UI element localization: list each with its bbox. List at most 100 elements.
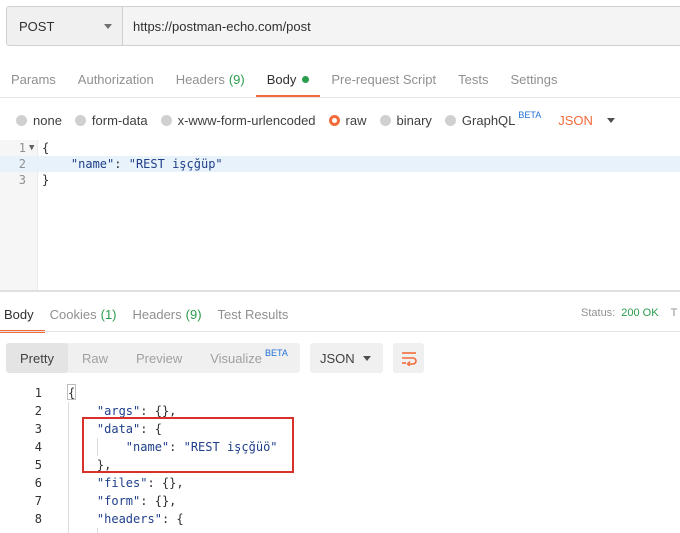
json-rest: : {}, [140, 404, 177, 418]
radio-none[interactable]: none [16, 113, 62, 128]
response-line: 7 "form": {}, [0, 492, 680, 510]
pane-resize-handle[interactable] [0, 290, 680, 292]
response-line: 8 "headers": { [0, 510, 680, 528]
response-tab-body[interactable]: Body [0, 305, 45, 333]
json-rest: : {}, [140, 494, 177, 508]
radio-label: x-www-form-urlencoded [177, 112, 316, 128]
tab-label: Cookies [49, 307, 97, 322]
json-key: "args" [96, 404, 141, 418]
radio-label: GraphQL [461, 112, 516, 128]
headers-count: (9) [228, 72, 245, 87]
tab-label: Params [11, 72, 56, 87]
response-tab-test-results[interactable]: Test Results [213, 305, 300, 331]
json-rest: : { [161, 512, 184, 526]
tab-label: Body [4, 307, 34, 322]
request-tabs: Params Authorization Headers (9) Body Pre… [0, 66, 680, 98]
line-number: 4 [34, 440, 42, 454]
chevron-down-icon [104, 23, 112, 29]
beta-badge: BETA [265, 348, 288, 358]
method-select[interactable]: POST [6, 6, 123, 46]
radio-label: none [33, 112, 62, 128]
radio-icon [379, 114, 391, 126]
response-format-select[interactable]: JSON [310, 343, 383, 373]
response-line: 6 "files": {}, [0, 474, 680, 492]
line-number: 1 [18, 141, 26, 155]
tab-label: Body [266, 72, 297, 87]
json-sep: : [114, 157, 129, 171]
line-number: 1 [34, 386, 42, 400]
code-text: "headers": { [68, 510, 184, 528]
annotation-highlight-box [82, 417, 294, 473]
editor-line: 1 ▼ { [0, 140, 680, 156]
json-key: "files" [96, 476, 148, 490]
radio-icon [444, 114, 456, 126]
line-number: 2 [34, 404, 42, 418]
radio-icon [74, 114, 86, 126]
tab-authorization[interactable]: Authorization [67, 66, 165, 98]
view-pretty[interactable]: Pretty [6, 343, 68, 373]
radio-form-data[interactable]: form-data [74, 112, 148, 128]
wrap-lines-icon [401, 352, 417, 366]
view-label: Preview [135, 350, 183, 366]
view-label: Raw [81, 350, 108, 366]
tab-label: Authorization [77, 72, 154, 87]
code-text: { [42, 141, 50, 155]
divider [0, 331, 680, 332]
editor-line-active: 2 "name": "REST işçğüp" [0, 156, 680, 172]
tab-label: Headers [132, 307, 182, 322]
tab-label: Test Results [217, 307, 289, 322]
editor-line: 3 } [0, 172, 680, 188]
response-status: Status: 200 OK T [581, 307, 677, 319]
line-number: 3 [34, 422, 42, 436]
radio-binary[interactable]: binary [379, 112, 432, 128]
view-label: Pretty [20, 350, 54, 366]
body-indicator-dot [302, 76, 310, 83]
json-key: "headers" [96, 512, 162, 526]
chevron-down-icon [363, 355, 371, 361]
radio-label: binary [396, 112, 432, 128]
view-visualize[interactable]: Visualize BETA [196, 343, 302, 373]
radio-icon [160, 114, 172, 126]
view-label: Visualize [210, 350, 263, 366]
response-tab-cookies[interactable]: Cookies (1) [45, 305, 128, 331]
beta-badge: BETA [518, 110, 542, 120]
line-number: 3 [18, 173, 26, 187]
response-view-toggle: Pretty Raw Preview Visualize BETA [6, 343, 300, 373]
radio-x-www-form-urlencoded[interactable]: x-www-form-urlencoded [160, 112, 316, 128]
radio-raw[interactable]: raw [328, 113, 367, 128]
line-number: 7 [34, 494, 42, 508]
response-tab-headers[interactable]: Headers (9) [128, 305, 213, 331]
request-body-editor[interactable]: 1 ▼ { 2 "name": "REST işçğüp" 3 } [0, 140, 680, 290]
json-rest: : {}, [147, 476, 184, 490]
status-label: Status: [581, 307, 616, 319]
tab-label: Tests [458, 72, 489, 87]
radio-label: form-data [91, 112, 148, 128]
code-text: "name": "REST işçğüp" [42, 156, 223, 172]
format-label: JSON [558, 112, 593, 128]
tab-headers[interactable]: Headers (9) [165, 66, 256, 98]
tab-pre-request-script[interactable]: Pre-request Script [320, 66, 447, 98]
status-value[interactable]: 200 OK [621, 307, 658, 319]
line-number: 2 [18, 157, 26, 171]
radio-graphql[interactable]: GraphQL BETA [444, 110, 542, 128]
tab-tests[interactable]: Tests [447, 66, 499, 98]
body-format-select[interactable]: JSON [558, 113, 615, 128]
line-number: 6 [34, 476, 42, 490]
time-label-truncated: T [670, 307, 678, 319]
tab-label: Settings [510, 72, 558, 87]
request-url-bar: POST https://postman-echo.com/post [6, 6, 680, 46]
tab-params[interactable]: Params [0, 66, 67, 98]
response-line: 1{ [0, 384, 680, 402]
radio-selected-icon [328, 114, 340, 126]
line-number: 5 [34, 458, 42, 472]
view-preview[interactable]: Preview [122, 343, 196, 373]
url-input[interactable]: https://postman-echo.com/post [123, 6, 680, 46]
tab-settings[interactable]: Settings [499, 66, 568, 98]
chevron-down-icon [606, 117, 615, 123]
tab-body[interactable]: Body [255, 66, 321, 98]
view-raw[interactable]: Raw [68, 343, 122, 373]
indent-guide [97, 528, 98, 533]
fold-arrow-icon[interactable]: ▼ [29, 140, 34, 156]
body-type-radios: none form-data x-www-form-urlencoded raw… [16, 110, 615, 129]
wrap-lines-button[interactable] [393, 343, 424, 373]
